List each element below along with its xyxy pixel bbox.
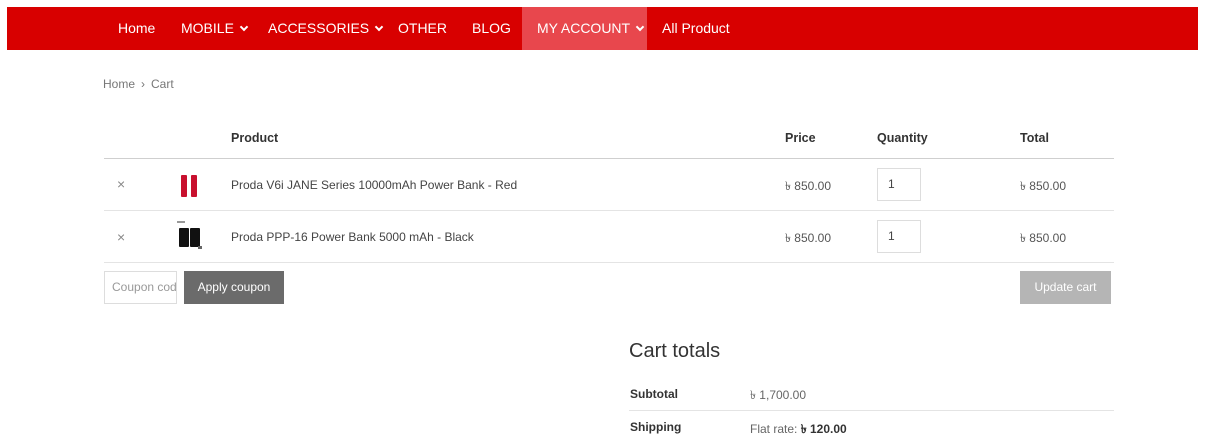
- remove-item-button[interactable]: ×: [117, 229, 125, 245]
- cart-totals-title: Cart totals: [629, 340, 721, 362]
- product-thumbnail-black[interactable]: [176, 220, 204, 250]
- top-navigation: Home MOBILE ACCESSORIES OTHER BLOG MY AC…: [7, 7, 1198, 50]
- header-price: Price: [785, 131, 816, 145]
- quantity-input[interactable]: 1: [877, 220, 921, 253]
- nav-my-account[interactable]: MY ACCOUNT: [522, 7, 647, 50]
- nav-mobile[interactable]: MOBILE: [181, 7, 249, 50]
- header-product: Product: [231, 131, 279, 145]
- apply-coupon-button[interactable]: Apply coupon: [184, 271, 284, 304]
- divider: [629, 410, 1114, 411]
- shipping-label: Shipping: [630, 420, 682, 434]
- product-name-link[interactable]: Proda V6i JANE Series 10000mAh Power Ban…: [231, 178, 517, 192]
- divider: [104, 210, 1114, 211]
- product-price: ৳ 850.00: [785, 231, 832, 245]
- nav-blog[interactable]: BLOG: [472, 7, 511, 50]
- nav-home[interactable]: Home: [118, 7, 155, 50]
- remove-item-button[interactable]: ×: [117, 176, 125, 192]
- subtotal-label: Subtotal: [630, 387, 678, 401]
- divider: [104, 262, 1114, 263]
- breadcrumb-separator: ›: [141, 77, 146, 91]
- quantity-input[interactable]: 1: [877, 168, 921, 201]
- product-subtotal: ৳ 850.00: [1020, 179, 1067, 193]
- breadcrumb-home[interactable]: Home: [103, 77, 135, 91]
- chevron-down-icon: [374, 22, 384, 32]
- product-price: ৳ 850.00: [785, 179, 832, 193]
- breadcrumb: Home › Cart: [103, 77, 174, 91]
- nav-other[interactable]: OTHER: [398, 7, 447, 50]
- breadcrumb-current: Cart: [151, 77, 174, 91]
- divider: [104, 158, 1114, 159]
- product-subtotal: ৳ 850.00: [1020, 231, 1067, 245]
- header-quantity: Quantity: [877, 131, 928, 145]
- nav-all-product[interactable]: All Product: [662, 7, 730, 50]
- product-thumbnail-red[interactable]: [180, 174, 200, 198]
- chevron-down-icon: [635, 22, 645, 32]
- coupon-code-input[interactable]: Coupon code: [104, 271, 177, 304]
- product-name-link[interactable]: Proda PPP-16 Power Bank 5000 mAh - Black: [231, 230, 474, 244]
- subtotal-value: ৳ 1,700.00: [750, 388, 807, 402]
- nav-accessories[interactable]: ACCESSORIES: [268, 7, 384, 50]
- header-total: Total: [1020, 131, 1049, 145]
- update-cart-button[interactable]: Update cart: [1020, 271, 1111, 304]
- shipping-value: Flat rate: ৳ 120.00: [750, 422, 847, 435]
- chevron-down-icon: [239, 22, 249, 32]
